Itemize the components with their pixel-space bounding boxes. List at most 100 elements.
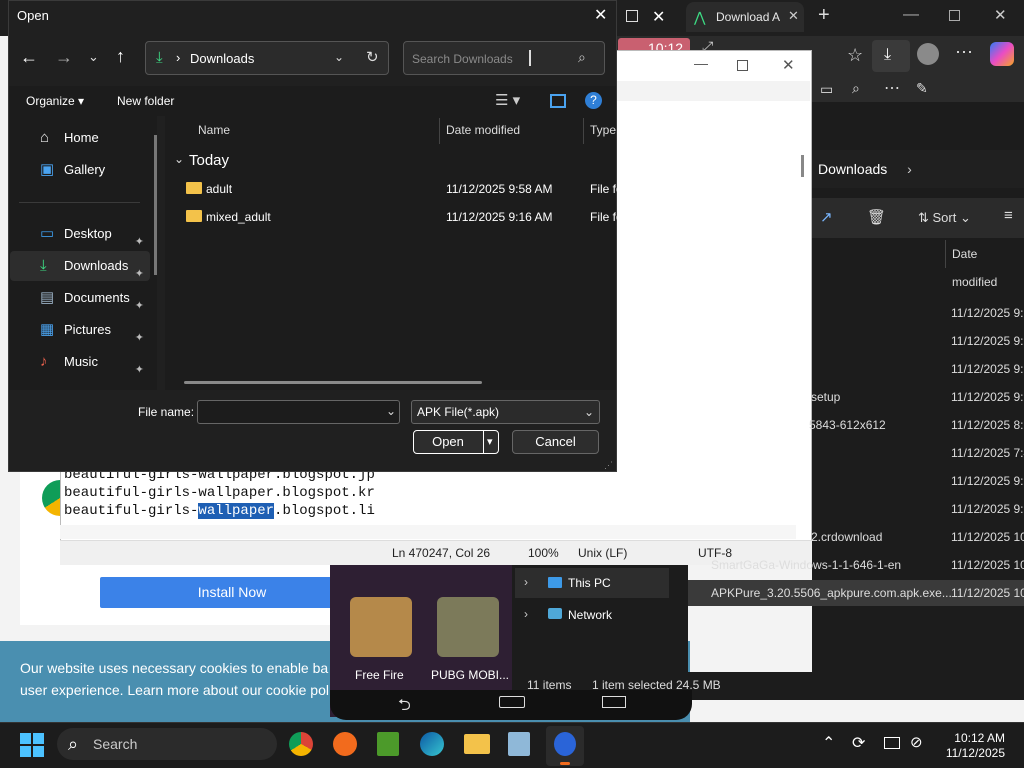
up-arrow-icon[interactable]: ↑ xyxy=(116,46,125,67)
search-box[interactable]: ⌕ xyxy=(403,41,605,75)
forward-arrow-icon[interactable]: → xyxy=(55,47,73,68)
file-name[interactable]: 2.crdownload xyxy=(811,530,882,544)
file-date[interactable]: 11/12/2025 8:5 xyxy=(951,418,1024,432)
start-icon[interactable] xyxy=(20,733,44,757)
sort-button[interactable]: ⇅ Sort ⌄ xyxy=(918,210,971,226)
notepad-minimize-icon[interactable]: — xyxy=(694,55,708,71)
search-icon[interactable]: ⌕ xyxy=(578,49,586,66)
file-date[interactable]: 11/12/2025 10 xyxy=(951,558,1024,572)
address-bar[interactable]: ⤓ › Downloads ⌄ ↻ xyxy=(145,41,389,75)
sidebar-item-home[interactable]: ⌂ Home xyxy=(10,123,150,153)
tray-sync-icon[interactable]: ⟳ xyxy=(852,733,865,753)
resize-grip-icon[interactable]: ⋰ xyxy=(604,460,613,471)
date-column-header[interactable]: Date modified xyxy=(446,118,520,142)
search-icon[interactable]: ⌕ xyxy=(852,80,860,97)
sidebar-item-downloads[interactable]: ⤓ Downloads ✦ xyxy=(10,251,150,281)
file-date[interactable]: 11/12/2025 9:1 xyxy=(951,362,1024,376)
file-date[interactable]: 11/12/2025 7:4 xyxy=(951,446,1024,460)
more-icon[interactable]: ⋯ xyxy=(884,78,900,98)
type-column-header[interactable]: Type xyxy=(590,118,616,142)
sidebar-item-documents[interactable]: ▤ Documents ✦ xyxy=(10,283,150,313)
minimize-window-icon[interactable]: — xyxy=(903,6,919,24)
close-icon[interactable]: ✕ xyxy=(652,7,665,27)
app-icon-free-fire[interactable] xyxy=(350,597,412,657)
new-tab-icon[interactable]: + xyxy=(818,4,830,27)
file-date[interactable]: 11/12/2025 9:16 AM xyxy=(446,210,553,224)
tray-network-icon[interactable]: ⊘ xyxy=(910,733,923,751)
file-date[interactable]: 11/12/2025 9:5 xyxy=(951,334,1024,348)
file-date[interactable]: 11/12/2025 9:5 xyxy=(951,502,1024,516)
sidebar-item-music[interactable]: ♪ Music ✦ xyxy=(10,347,150,377)
home-icon[interactable] xyxy=(499,696,525,708)
dialog-close-icon[interactable]: ✕ xyxy=(594,5,607,25)
copilot-icon[interactable] xyxy=(990,42,1014,66)
chrome-taskbar-icon[interactable] xyxy=(289,732,313,756)
avast-taskbar-icon[interactable] xyxy=(333,732,357,756)
organize-button[interactable]: Organize ▾ xyxy=(26,94,84,108)
file-name[interactable]: SmartGaGa-Windows-1-1-646-1-en xyxy=(711,558,901,572)
notepad-hscroll[interactable] xyxy=(60,525,796,539)
downloads-button[interactable]: ⤓ xyxy=(872,40,910,72)
restore-window-icon[interactable] xyxy=(949,10,960,21)
notepad-scrollbar[interactable] xyxy=(801,155,804,177)
notepad-close-icon[interactable]: ✕ xyxy=(782,56,795,74)
file-name-dropdown-icon[interactable]: ⌄ xyxy=(386,404,396,418)
file-date[interactable]: 11/12/2025 10 xyxy=(951,530,1024,544)
file-name[interactable]: adult xyxy=(206,182,232,196)
tray-display-icon[interactable] xyxy=(884,737,900,749)
group-today[interactable]: Today xyxy=(189,152,229,169)
help-icon[interactable]: ? xyxy=(585,92,602,109)
date-modified-header[interactable]: Date modified xyxy=(945,240,1024,289)
sidebar-item-desktop[interactable]: ▭ Desktop ✦ xyxy=(10,219,150,249)
app-icon-pubg[interactable] xyxy=(437,597,499,657)
sidebar-item-pictures[interactable]: ▦ Pictures ✦ xyxy=(10,315,150,345)
file-explorer-taskbar-icon[interactable] xyxy=(464,734,490,754)
file-name[interactable]: 5843-612x612 xyxy=(809,418,886,432)
file-name[interactable]: setup xyxy=(811,390,840,404)
folder-icon[interactable]: ▭ xyxy=(820,81,833,98)
close-window-icon[interactable]: ✕ xyxy=(994,6,1007,24)
preview-pane-icon[interactable] xyxy=(550,94,566,108)
pin-icon[interactable]: ✎ xyxy=(916,80,928,97)
file-date[interactable]: 11/12/2025 9:5 xyxy=(951,306,1024,320)
delete-icon[interactable]: 🗑 xyxy=(867,208,886,226)
notepad-taskbar-icon[interactable] xyxy=(377,732,399,756)
install-now-button[interactable]: Install Now xyxy=(100,577,364,608)
file-type[interactable]: File fo xyxy=(590,210,623,224)
view-icon[interactable]: ≡ xyxy=(1004,207,1013,224)
nav-scrollbar[interactable] xyxy=(154,135,157,275)
file-name[interactable]: mixed_adult xyxy=(206,210,271,224)
back-icon[interactable]: ⮌ xyxy=(398,694,411,721)
share-icon[interactable]: ↗ xyxy=(820,208,833,226)
notepad-maximize-icon[interactable] xyxy=(737,60,748,71)
file-date[interactable]: 11/12/2025 9:1 xyxy=(951,390,1024,404)
open-dropdown-icon[interactable]: ▾ xyxy=(487,431,493,453)
file-date[interactable]: 11/12/2025 10 xyxy=(951,586,1024,600)
notepad-classic-taskbar-icon[interactable] xyxy=(508,732,530,756)
profile-avatar[interactable] xyxy=(917,43,939,65)
cancel-button[interactable]: Cancel xyxy=(512,430,599,454)
view-options-icon[interactable]: ☰ ▾ xyxy=(495,91,520,109)
file-type[interactable]: File fo xyxy=(590,182,623,196)
open-button[interactable]: Open ▾ xyxy=(413,430,499,454)
group-chevron-icon[interactable]: ⌄ xyxy=(174,152,184,166)
recent-locations-icon[interactable]: ⌄ xyxy=(88,49,99,65)
file-name[interactable]: APKPure_3.20.5506_apkpure.com.apk.exe... xyxy=(711,586,952,600)
pin-icon[interactable]: ✦ xyxy=(135,355,144,385)
back-arrow-icon[interactable]: ← xyxy=(20,47,38,68)
file-date[interactable]: 11/12/2025 9:58 AM xyxy=(446,182,553,196)
explorer-breadcrumb[interactable]: Downloads › xyxy=(812,150,1024,188)
clock[interactable]: 10:12 AM 11/12/2025 xyxy=(930,731,1005,761)
chevron-right-icon[interactable]: › xyxy=(524,607,528,621)
emulator-taskbar-button[interactable] xyxy=(546,726,584,766)
favorites-icon[interactable]: ☆ xyxy=(847,45,863,66)
refresh-icon[interactable]: ↻ xyxy=(366,48,379,66)
chevron-right-icon[interactable]: › xyxy=(524,575,528,589)
maximize-icon[interactable] xyxy=(626,10,638,22)
edge-taskbar-icon[interactable] xyxy=(420,732,444,756)
file-list-hscroll[interactable] xyxy=(184,381,482,384)
sidebar-item-gallery[interactable]: ▣ Gallery xyxy=(10,155,150,185)
file-name-input[interactable]: ⌄ xyxy=(197,400,400,424)
more-icon[interactable]: ⋯ xyxy=(955,42,973,63)
search-input[interactable] xyxy=(412,50,582,68)
